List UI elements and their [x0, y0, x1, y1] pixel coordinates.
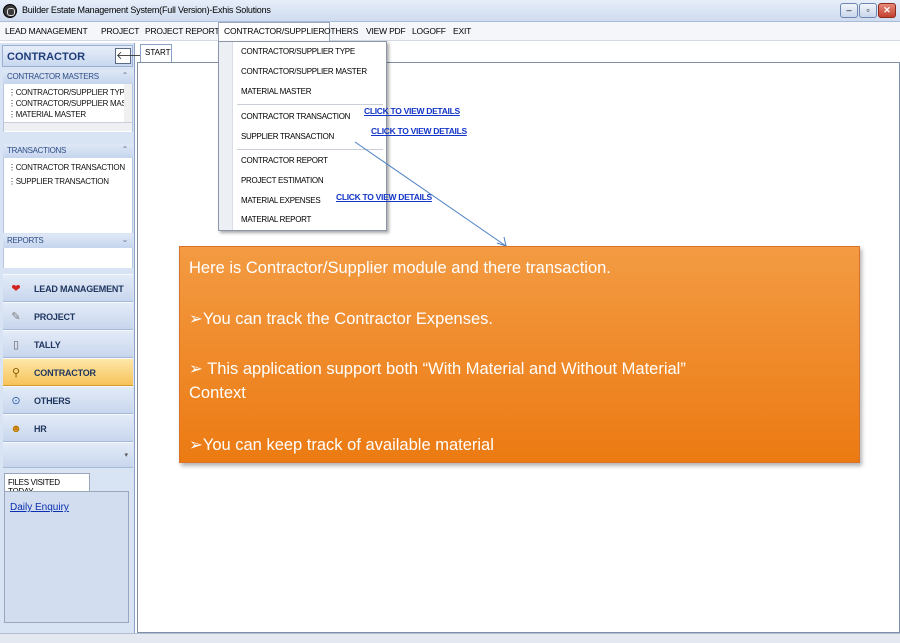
files-visited-panel: Daily Enquiry [4, 491, 129, 623]
expand-chevron-icon[interactable]: ⌄ [122, 235, 129, 244]
tree-item-contractor-transaction[interactable]: ⋮CONTRACTOR TRANSACTION [8, 163, 125, 172]
dropdown-item-contractor-report[interactable]: CONTRACTOR REPORT [241, 156, 328, 165]
menu-separator [237, 104, 383, 105]
person-icon: ☻ [10, 423, 22, 435]
nav-tally[interactable]: ▯ TALLY [3, 330, 133, 358]
menu-exit[interactable]: EXIT [453, 26, 471, 36]
window-title: Builder Estate Management System(Full Ve… [22, 5, 271, 15]
menu-gutter [219, 42, 233, 230]
group-label: REPORTS [7, 236, 44, 245]
tools-icon: ⚲ [11, 367, 21, 379]
dropdown-item-contractor-supplier-type[interactable]: CONTRACTOR/SUPPLIER TYPE [241, 47, 355, 56]
minimize-button[interactable]: – [840, 3, 858, 18]
nav-others[interactable]: ⊙ OTHERS [3, 386, 133, 414]
close-button[interactable]: ✕ [878, 3, 896, 18]
reports-tree [3, 248, 133, 268]
app-logo-icon [3, 4, 17, 18]
collapse-chevron-icon[interactable]: ⌃ [122, 145, 129, 154]
contractor-supplier-dropdown: CONTRACTOR/SUPPLIER TYPE CONTRACTOR/SUPP… [218, 41, 387, 231]
title-bar: Builder Estate Management System(Full Ve… [0, 0, 900, 22]
masters-tree: ⋮CONTRACTOR/SUPPLIER TYPE ⋮CONTRACTOR/SU… [3, 84, 133, 132]
callout-line-4: Context [189, 384, 246, 402]
tree-item-supplier-transaction[interactable]: ⋮SUPPLIER TRANSACTION [8, 177, 109, 186]
menu-project-reports[interactable]: PROJECT REPORTS [145, 26, 225, 36]
overflow-chevron-icon[interactable]: ▾ [124, 451, 128, 459]
menu-contractor-supplier[interactable]: CONTRACTOR/SUPPLIER [218, 22, 331, 41]
tree-item-material-master[interactable]: ⋮MATERIAL MASTER [8, 110, 124, 119]
dropdown-item-contractor-supplier-master[interactable]: CONTRACTOR/SUPPLIER MASTER [241, 67, 367, 76]
group-label: CONTRACTOR MASTERS [7, 72, 99, 81]
maximize-button[interactable]: ▫ [859, 3, 877, 18]
dropdown-item-material-master[interactable]: MATERIAL MASTER [241, 87, 311, 96]
dropdown-item-contractor-transaction[interactable]: CONTRACTOR TRANSACTION [241, 112, 350, 121]
callout-line-1: Here is Contractor/Supplier module and t… [189, 259, 611, 277]
vertical-scrollbar[interactable] [124, 84, 132, 122]
dropdown-item-supplier-transaction[interactable]: SUPPLIER TRANSACTION [241, 132, 334, 141]
horizontal-scrollbar[interactable] [4, 122, 132, 131]
document-icon: ▯ [12, 339, 20, 351]
files-visited-tab[interactable]: FILES VISITED TODAY [4, 473, 90, 496]
back-arrow-icon[interactable]: 🡐 [115, 48, 146, 64]
nav-project[interactable]: ✎ PROJECT [3, 302, 133, 330]
group-transactions[interactable]: TRANSACTIONS ⌃ [3, 144, 133, 158]
view-details-link-transaction[interactable]: CLICK TO VIEW DETAILS [364, 106, 460, 116]
nav-contractor[interactable]: ⚲ CONTRACTOR [3, 358, 133, 386]
menu-project[interactable]: PROJECT [101, 26, 139, 36]
nav-lead-management[interactable]: ❤ LEAD MANAGEMENT [3, 274, 133, 302]
transactions-tree: ⋮CONTRACTOR TRANSACTION ⋮SUPPLIER TRANSA… [3, 158, 133, 233]
view-details-link-supplier[interactable]: CLICK TO VIEW DETAILS [371, 126, 467, 136]
group-reports[interactable]: REPORTS ⌄ [3, 234, 133, 248]
collapse-chevron-icon[interactable]: ⌃ [122, 71, 129, 80]
menu-logoff[interactable]: LOGOFF [412, 26, 446, 36]
info-callout: Here is Contractor/Supplier module and t… [179, 246, 860, 463]
tree-item-contractor-supplier-master[interactable]: ⋮CONTRACTOR/SUPPLIER MASTER [8, 99, 124, 108]
nav-hr[interactable]: ☻ HR [3, 414, 133, 442]
heart-icon: ❤ [11, 283, 21, 295]
pencil-icon: ✎ [11, 311, 21, 323]
dropdown-item-material-report[interactable]: MATERIAL REPORT [241, 215, 311, 224]
dropdown-item-project-estimation[interactable]: PROJECT ESTIMATION [241, 176, 324, 185]
nav-overflow[interactable]: ▾ [3, 442, 133, 468]
group-contractor-masters[interactable]: CONTRACTOR MASTERS ⌃ [3, 70, 133, 84]
files-visited-link[interactable]: Daily Enquiry [10, 502, 69, 513]
menu-others[interactable]: OTHERS [324, 26, 358, 36]
group-label: TRANSACTIONS [7, 146, 67, 155]
clock-icon: ⊙ [11, 395, 21, 407]
menu-lead-management[interactable]: LEAD MANAGEMENT [5, 26, 88, 36]
callout-line-3: ➢ This application support both “With Ma… [189, 360, 686, 378]
view-details-link-expenses[interactable]: CLICK TO VIEW DETAILS [336, 192, 432, 202]
tab-start[interactable]: START [140, 44, 172, 62]
sidebar-header: CONTRACTOR 🡐 [2, 45, 146, 67]
dropdown-item-material-expenses[interactable]: MATERIAL EXPENSES [241, 196, 321, 205]
menu-bar: LEAD MANAGEMENT PROJECT PROJECT REPORTS … [0, 22, 900, 41]
tree-item-contractor-supplier-type[interactable]: ⋮CONTRACTOR/SUPPLIER TYPE [8, 88, 124, 97]
callout-line-2: ➢You can track the Contractor Expenses. [189, 310, 493, 328]
menu-separator [237, 149, 383, 150]
sidebar-title: CONTRACTOR [7, 51, 86, 63]
callout-line-5: ➢You can keep track of available materia… [189, 436, 494, 454]
menu-view-pdf[interactable]: VIEW PDF [366, 26, 406, 36]
sidebar: CONTRACTOR 🡐 CONTRACTOR MASTERS ⌃ ⋮CONTR… [0, 43, 146, 633]
status-bar [0, 633, 900, 643]
